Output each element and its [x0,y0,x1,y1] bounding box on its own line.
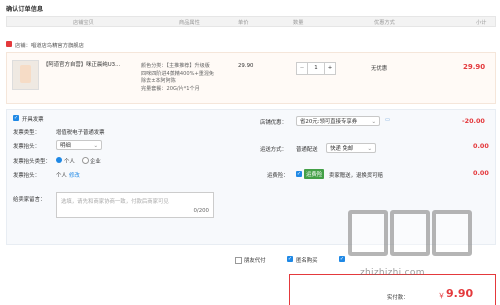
shipping-label: 运送方式： [260,147,287,153]
item-subtotal: 29.90 [463,63,486,71]
item-discount: 无优惠 [371,66,388,72]
quantity-stepper: − 1 + [296,62,336,75]
column-header-item: 店铺宝贝 [73,20,94,26]
invoice-header-label: 发票抬头： [13,173,40,179]
column-header-discount: 优惠方式 [374,20,395,26]
invoice-checkbox-label: 开具发票 [22,117,44,123]
shipping-carrier-value: 快递 免邮 [330,146,354,152]
note-counter: 0/200 [193,208,209,214]
quantity-input[interactable]: 1 [308,63,324,74]
invoice-header-value: 个人 [56,173,67,179]
realname-checkbox[interactable]: ✓ [339,256,345,262]
chevron-down-icon: ⌄ [93,143,98,149]
product-thumbnail[interactable] [12,60,39,90]
radio-company-label[interactable]: 企业 [90,157,101,165]
shop-discount-value: 省20元:领可直接专享券 [300,119,358,125]
order-item: 【阿道官方自营】咪正晨纯U3... 颜色分类：【主推推荐】升级版 四咪四阶进4蒸… [6,52,496,104]
pay-other-label: 朋友代付 [244,258,266,264]
column-header-price: 单价 [238,20,249,26]
shipping-carrier-select[interactable]: 快递 免邮 ⌄ [326,143,376,153]
insurance-text: 卖家赠送，退换货可赔 [329,173,383,179]
pay-other-checkbox[interactable] [235,257,242,264]
note-label: 给卖家留言： [13,197,46,203]
shop-discount-label: 店铺优惠： [260,120,287,126]
store-name-text[interactable]: 唱道店鸟精官方旗舰店 [31,43,84,49]
column-header-bar: 店铺宝贝 商品属性 单价 数量 优惠方式 小计 [6,16,496,27]
note-placeholder: 选填，请先和商家协商一致，付款后商家可见 [61,199,169,205]
invoice-title-type-label: 发票抬头类型： [13,159,51,165]
invoice-edit-link[interactable]: 修改 [69,171,80,179]
product-title[interactable]: 【阿道官方自营】咪正晨纯U3... [43,62,131,69]
radio-personal-label[interactable]: 个人 [64,157,75,165]
invoice-type-label: 发票类型： [13,130,40,136]
radio-company[interactable] [82,157,89,164]
quantity-minus-button[interactable]: − [297,63,308,74]
shop-discount-amount: -20.00 [462,117,485,125]
radio-personal[interactable] [56,157,62,163]
invoice-type-value: 增值税电子普通发票 [56,130,105,136]
order-options-panel: ✓ 开具发票 发票类型： 增值税电子普通发票 发票抬头： 明细 ⌄ 发票抬头类型… [6,109,496,245]
column-header-subtotal: 小计 [476,20,487,26]
chevron-down-icon: ⌄ [371,119,376,125]
invoice-checkbox[interactable]: ✓ [13,115,19,121]
total-label: 实付款： [387,295,409,301]
insurance-badge: 运费险 [304,169,325,179]
unit-price: 29.90 [238,63,254,69]
product-spec: 颜色分类：【主推推荐】升级版 四咪四阶进4蒸精400%+重混免 除去±本阿阿陈 … [141,63,231,93]
invoice-content-value: 明细 [60,143,71,149]
total-amount: 9.90 [446,287,474,300]
store-label: 店铺： [15,43,31,49]
insurance-amount: 0.00 [473,169,489,177]
invoice-content-select[interactable]: 明细 ⌄ [56,140,102,150]
spec-line: 完量套餐：20G/片*1个月 [141,85,200,92]
spec-line: 除去±本阿阿陈 [141,78,176,84]
shop-discount-select[interactable]: 省20元:领可直接专享券 ⌄ [296,116,380,126]
quantity-plus-button[interactable]: + [324,63,335,74]
shipping-amount: 0.00 [473,142,489,150]
insurance-label: 运费险： [267,173,289,179]
chevron-down-icon: ⌄ [367,146,372,152]
spec-line: 四咪四阶进4蒸精400%+重混免 [141,70,215,77]
anonymous-checkbox[interactable]: ✓ [287,256,293,262]
store-name[interactable]: 店铺：唱道店鸟精官方旗舰店 [15,41,84,49]
shipping-value: 普通配送 [296,147,318,153]
total-box: 实付款： ￥ 9.90 [289,274,496,305]
store-icon [6,41,12,47]
invoice-content-label: 发票抬头： [13,144,40,150]
anonymous-label: 匿名购买 [296,258,318,264]
column-header-attr: 商品属性 [179,20,200,26]
page-title: 确认订单信息 [6,6,44,13]
store-row: 店铺：唱道店鸟精官方旗舰店 [6,40,494,51]
spec-line: 颜色分类：【主推推荐】升级版 [141,63,210,69]
column-header-qty: 数量 [293,20,304,26]
total-currency: ￥ [438,292,445,300]
coupon-info-icon[interactable]: ▭ [385,117,390,123]
seller-note-input[interactable]: 选填，请先和商家协商一致，付款后商家可见 0/200 [56,192,214,218]
insurance-checkbox[interactable]: ✓ [296,171,302,177]
